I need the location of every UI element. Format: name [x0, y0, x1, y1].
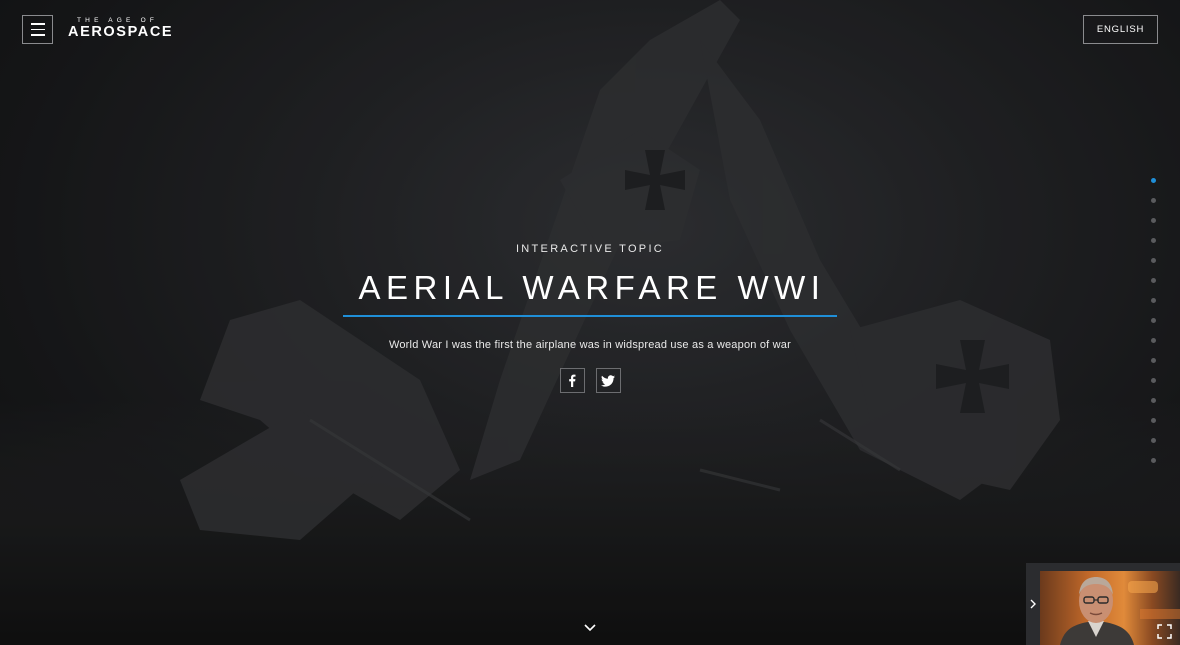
- facebook-icon: [569, 374, 576, 387]
- fullscreen-icon: [1157, 624, 1172, 639]
- section-dot-10[interactable]: [1151, 358, 1156, 363]
- section-dot-12[interactable]: [1151, 398, 1156, 403]
- section-dot-4[interactable]: [1151, 238, 1156, 243]
- section-dot-7[interactable]: [1151, 298, 1156, 303]
- video-player-panel: [1026, 563, 1180, 645]
- hamburger-menu-icon: [30, 23, 45, 25]
- menu-button[interactable]: [22, 15, 53, 44]
- section-dot-15[interactable]: [1151, 458, 1156, 463]
- chevron-down-icon: [584, 624, 596, 632]
- language-button[interactable]: ENGLISH: [1083, 15, 1158, 44]
- section-dot-6[interactable]: [1151, 278, 1156, 283]
- fullscreen-button[interactable]: [1157, 624, 1172, 639]
- section-dot-13[interactable]: [1151, 418, 1156, 423]
- topic-description: World War I was the first the airplane w…: [388, 339, 791, 351]
- section-dot-3[interactable]: [1151, 218, 1156, 223]
- section-dot-14[interactable]: [1151, 438, 1156, 443]
- hero-section: INTERACTIVE TOPIC AERIAL WARFARE WWI Wor…: [0, 243, 1180, 393]
- section-dot-5[interactable]: [1151, 258, 1156, 263]
- share-buttons: [0, 368, 1180, 393]
- scroll-down-button[interactable]: [582, 619, 598, 635]
- topic-kicker: INTERACTIVE TOPIC: [515, 243, 665, 255]
- section-dot-9[interactable]: [1151, 338, 1156, 343]
- section-navigation: [1151, 178, 1156, 478]
- site-logo[interactable]: THE AGE OF AEROSPACE: [68, 17, 173, 40]
- logo-wordmark: AEROSPACE: [68, 24, 174, 40]
- page-title: AERIAL WARFARE WWI: [342, 269, 838, 317]
- facebook-share-button[interactable]: [559, 368, 585, 393]
- twitter-icon: [601, 374, 615, 387]
- section-dot-8[interactable]: [1151, 318, 1156, 323]
- section-dot-11[interactable]: [1151, 378, 1156, 383]
- section-dot-1[interactable]: [1151, 178, 1156, 183]
- video-toggle-button[interactable]: [1026, 563, 1040, 645]
- chevron-right-icon: [1030, 599, 1036, 609]
- section-dot-2[interactable]: [1151, 198, 1156, 203]
- twitter-share-button[interactable]: [595, 368, 621, 393]
